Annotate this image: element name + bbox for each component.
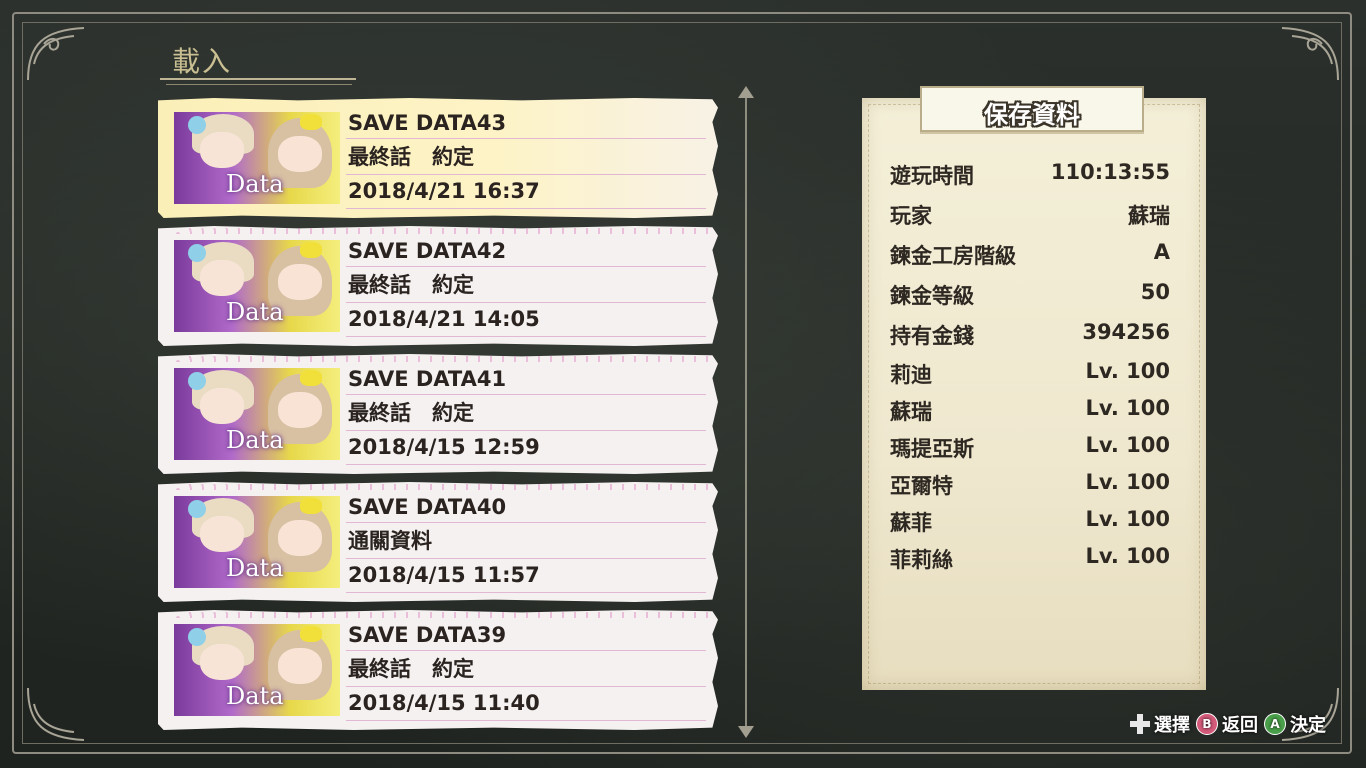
save-thumbnail: Data [174,624,340,716]
title-underline [160,78,356,80]
info-label: 蘇菲 [890,511,932,535]
info-row-character: 蘇瑞 Lv. 100 [890,396,1170,428]
corner-ornament-icon [27,27,85,81]
thumbnail-label: Data [226,554,284,582]
save-thumbnail: Data [174,112,340,204]
save-datetime: 2018/4/21 16:37 [348,179,540,203]
dpad-icon [1130,714,1150,734]
info-value: 394256 [1082,320,1170,344]
info-value: Lv. 100 [1085,544,1170,568]
confirm-hint-label: 決定 [1290,715,1326,736]
thumbnail-label: Data [226,426,284,454]
scroll-down-arrow-icon[interactable] [738,726,754,738]
save-chapter: 最終話 約定 [348,273,474,297]
info-label: 鍊金工房階級 [890,244,1016,268]
select-hint-label: 選擇 [1154,715,1190,736]
info-value: 110:13:55 [1050,160,1170,184]
thumbnail-label: Data [226,682,284,710]
info-label: 鍊金等級 [890,284,974,308]
info-row-character: 蘇菲 Lv. 100 [890,507,1170,539]
save-thumbnail: Data [174,496,340,588]
info-panel-header: 保存資料 [920,86,1144,132]
info-value: Lv. 100 [1085,507,1170,531]
back-hint-label: 返回 [1222,715,1258,736]
save-datetime: 2018/4/15 12:59 [348,435,540,459]
save-slot[interactable]: Data SAVE DATA43 最終話 約定 2018/4/21 16:37 [158,98,718,218]
save-datetime: 2018/4/21 14:05 [348,307,540,331]
save-datetime: 2018/4/15 11:57 [348,563,540,587]
save-name: SAVE DATA39 [348,623,507,647]
save-slot[interactable]: Data SAVE DATA42 最終話 約定 2018/4/21 14:05 [158,226,718,346]
info-label: 菲莉絲 [890,548,953,572]
info-row-play-time: 遊玩時間 110:13:55 [890,160,1170,192]
save-chapter: 最終話 約定 [348,401,474,425]
thumbnail-label: Data [226,298,284,326]
b-button-icon: B [1196,713,1218,735]
info-row-atelier-rank: 鍊金工房階級 A [890,240,1170,272]
info-row-character: 瑪提亞斯 Lv. 100 [890,433,1170,465]
save-name: SAVE DATA43 [348,111,507,135]
info-row-character: 亞爾特 Lv. 100 [890,470,1170,502]
info-row-alchemy-level: 鍊金等級 50 [890,280,1170,312]
info-row-player: 玩家 蘇瑞 [890,200,1170,232]
info-value: Lv. 100 [1085,433,1170,457]
info-label: 亞爾特 [890,474,953,498]
info-label: 瑪提亞斯 [890,437,974,461]
corner-ornament-icon [1281,27,1339,81]
info-label: 莉迪 [890,363,932,387]
info-row-money: 持有金錢 394256 [890,320,1170,352]
info-value: Lv. 100 [1085,359,1170,383]
save-chapter: 通關資料 [348,529,432,553]
save-name: SAVE DATA42 [348,239,507,263]
thumbnail-label: Data [226,170,284,198]
info-label: 遊玩時間 [890,164,974,188]
scrollbar-track[interactable] [745,90,747,736]
save-slot[interactable]: Data SAVE DATA40 通關資料 2018/4/15 11:57 [158,482,718,602]
save-name: SAVE DATA41 [348,367,507,391]
info-value: A [1153,240,1170,264]
back-hint[interactable]: B 返回 [1196,711,1258,737]
info-row-character: 莉迪 Lv. 100 [890,359,1170,391]
scroll-up-arrow-icon[interactable] [738,86,754,98]
save-chapter: 最終話 約定 [348,145,474,169]
info-panel-title: 保存資料 [984,101,1080,129]
title-underline [166,84,352,85]
button-hints: 選擇 B 返回 A 決定 [1130,710,1326,738]
info-value: Lv. 100 [1085,470,1170,494]
info-value: Lv. 100 [1085,396,1170,420]
save-datetime: 2018/4/15 11:40 [348,691,540,715]
confirm-hint[interactable]: A 決定 [1264,711,1326,737]
save-thumbnail: Data [174,240,340,332]
save-chapter: 最終話 約定 [348,657,474,681]
info-value: 50 [1140,280,1170,304]
save-slot[interactable]: Data SAVE DATA39 最終話 約定 2018/4/15 11:40 [158,610,718,730]
select-hint[interactable]: 選擇 [1130,711,1190,737]
info-label: 玩家 [890,204,932,228]
corner-ornament-icon [27,687,85,741]
save-slot[interactable]: Data SAVE DATA41 最終話 約定 2018/4/15 12:59 [158,354,718,474]
save-thumbnail: Data [174,368,340,460]
info-label: 持有金錢 [890,324,974,348]
info-value: 蘇瑞 [1128,204,1170,228]
page-title: 載入 [172,45,233,78]
save-name: SAVE DATA40 [348,495,507,519]
info-label: 蘇瑞 [890,400,932,424]
a-button-icon: A [1264,713,1286,735]
info-row-character: 菲莉絲 Lv. 100 [890,544,1170,576]
